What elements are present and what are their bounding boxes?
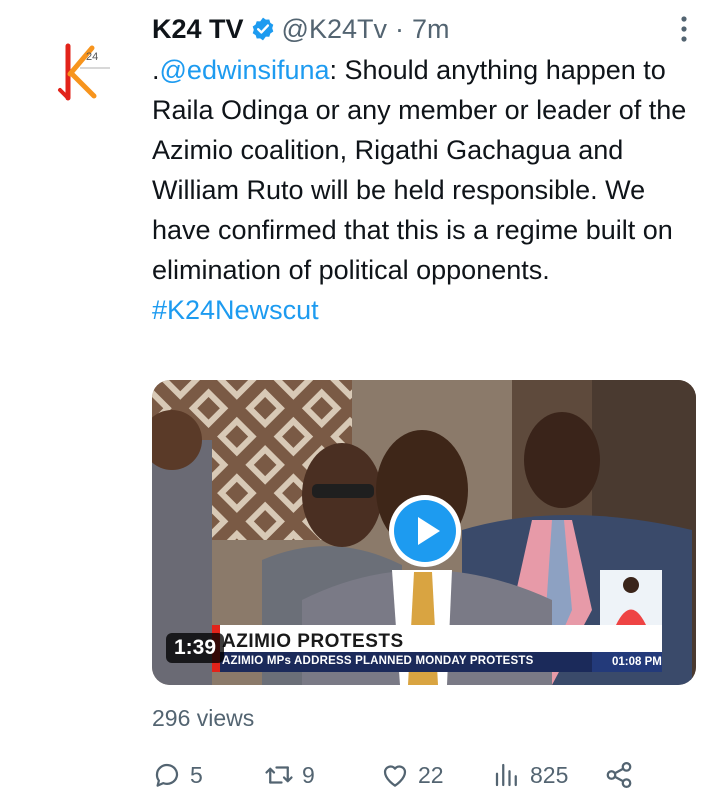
tweet-header: K24 TV @K24Tv · 7m (152, 12, 450, 46)
hashtag-link[interactable]: #K24Newscut (152, 295, 319, 325)
like-count: 22 (418, 761, 444, 788)
like-button[interactable]: 22 (380, 758, 444, 792)
view-count[interactable]: 296 views (152, 705, 254, 732)
video-duration: 1:39 (166, 633, 225, 663)
lower-third-time: 01:08 PM (612, 656, 662, 668)
lower-third-subtitle: AZIMIO MPs ADDRESS PLANNED MONDAY PROTES… (222, 655, 534, 667)
retweet-icon (265, 766, 293, 784)
heart-icon (383, 765, 407, 787)
share-button[interactable] (604, 758, 634, 792)
video-player[interactable]: AZIMIO PROTESTS AZIMIO MPs ADDRESS PLANN… (152, 380, 696, 685)
tweet-body: : Should anything happen to Raila Odinga… (152, 55, 693, 285)
share-icon (606, 762, 632, 788)
verified-badge-icon (252, 17, 273, 41)
analytics-icon (495, 763, 517, 787)
analytics-button[interactable]: 825 (492, 758, 568, 792)
k24-logo-icon: 24 (58, 43, 110, 101)
logo-text: 24 (86, 51, 98, 63)
analytics-count: 825 (530, 761, 569, 788)
author-handle[interactable]: @K24Tv (282, 14, 387, 45)
retweet-count: 9 (302, 761, 315, 788)
lower-third-title: AZIMIO PROTESTS (222, 631, 404, 652)
avatar[interactable]: 24 (48, 38, 118, 108)
reply-count: 5 (190, 761, 203, 788)
retweet-button[interactable]: 9 (264, 758, 315, 792)
action-bar: 5 9 22 825 (152, 758, 642, 792)
tweet-text: .@edwinsifuna: Should anything happen to… (152, 50, 702, 330)
mention-link[interactable]: @edwinsifuna (160, 55, 330, 85)
text-prefix: . (152, 55, 160, 85)
more-options-icon[interactable] (678, 14, 690, 44)
play-icon[interactable] (387, 493, 463, 569)
author-name[interactable]: K24 TV (152, 14, 244, 45)
separator-dot: · (395, 13, 404, 44)
reply-icon (155, 763, 179, 787)
tweet-time[interactable]: 7m (412, 14, 450, 45)
reply-button[interactable]: 5 (152, 758, 203, 792)
